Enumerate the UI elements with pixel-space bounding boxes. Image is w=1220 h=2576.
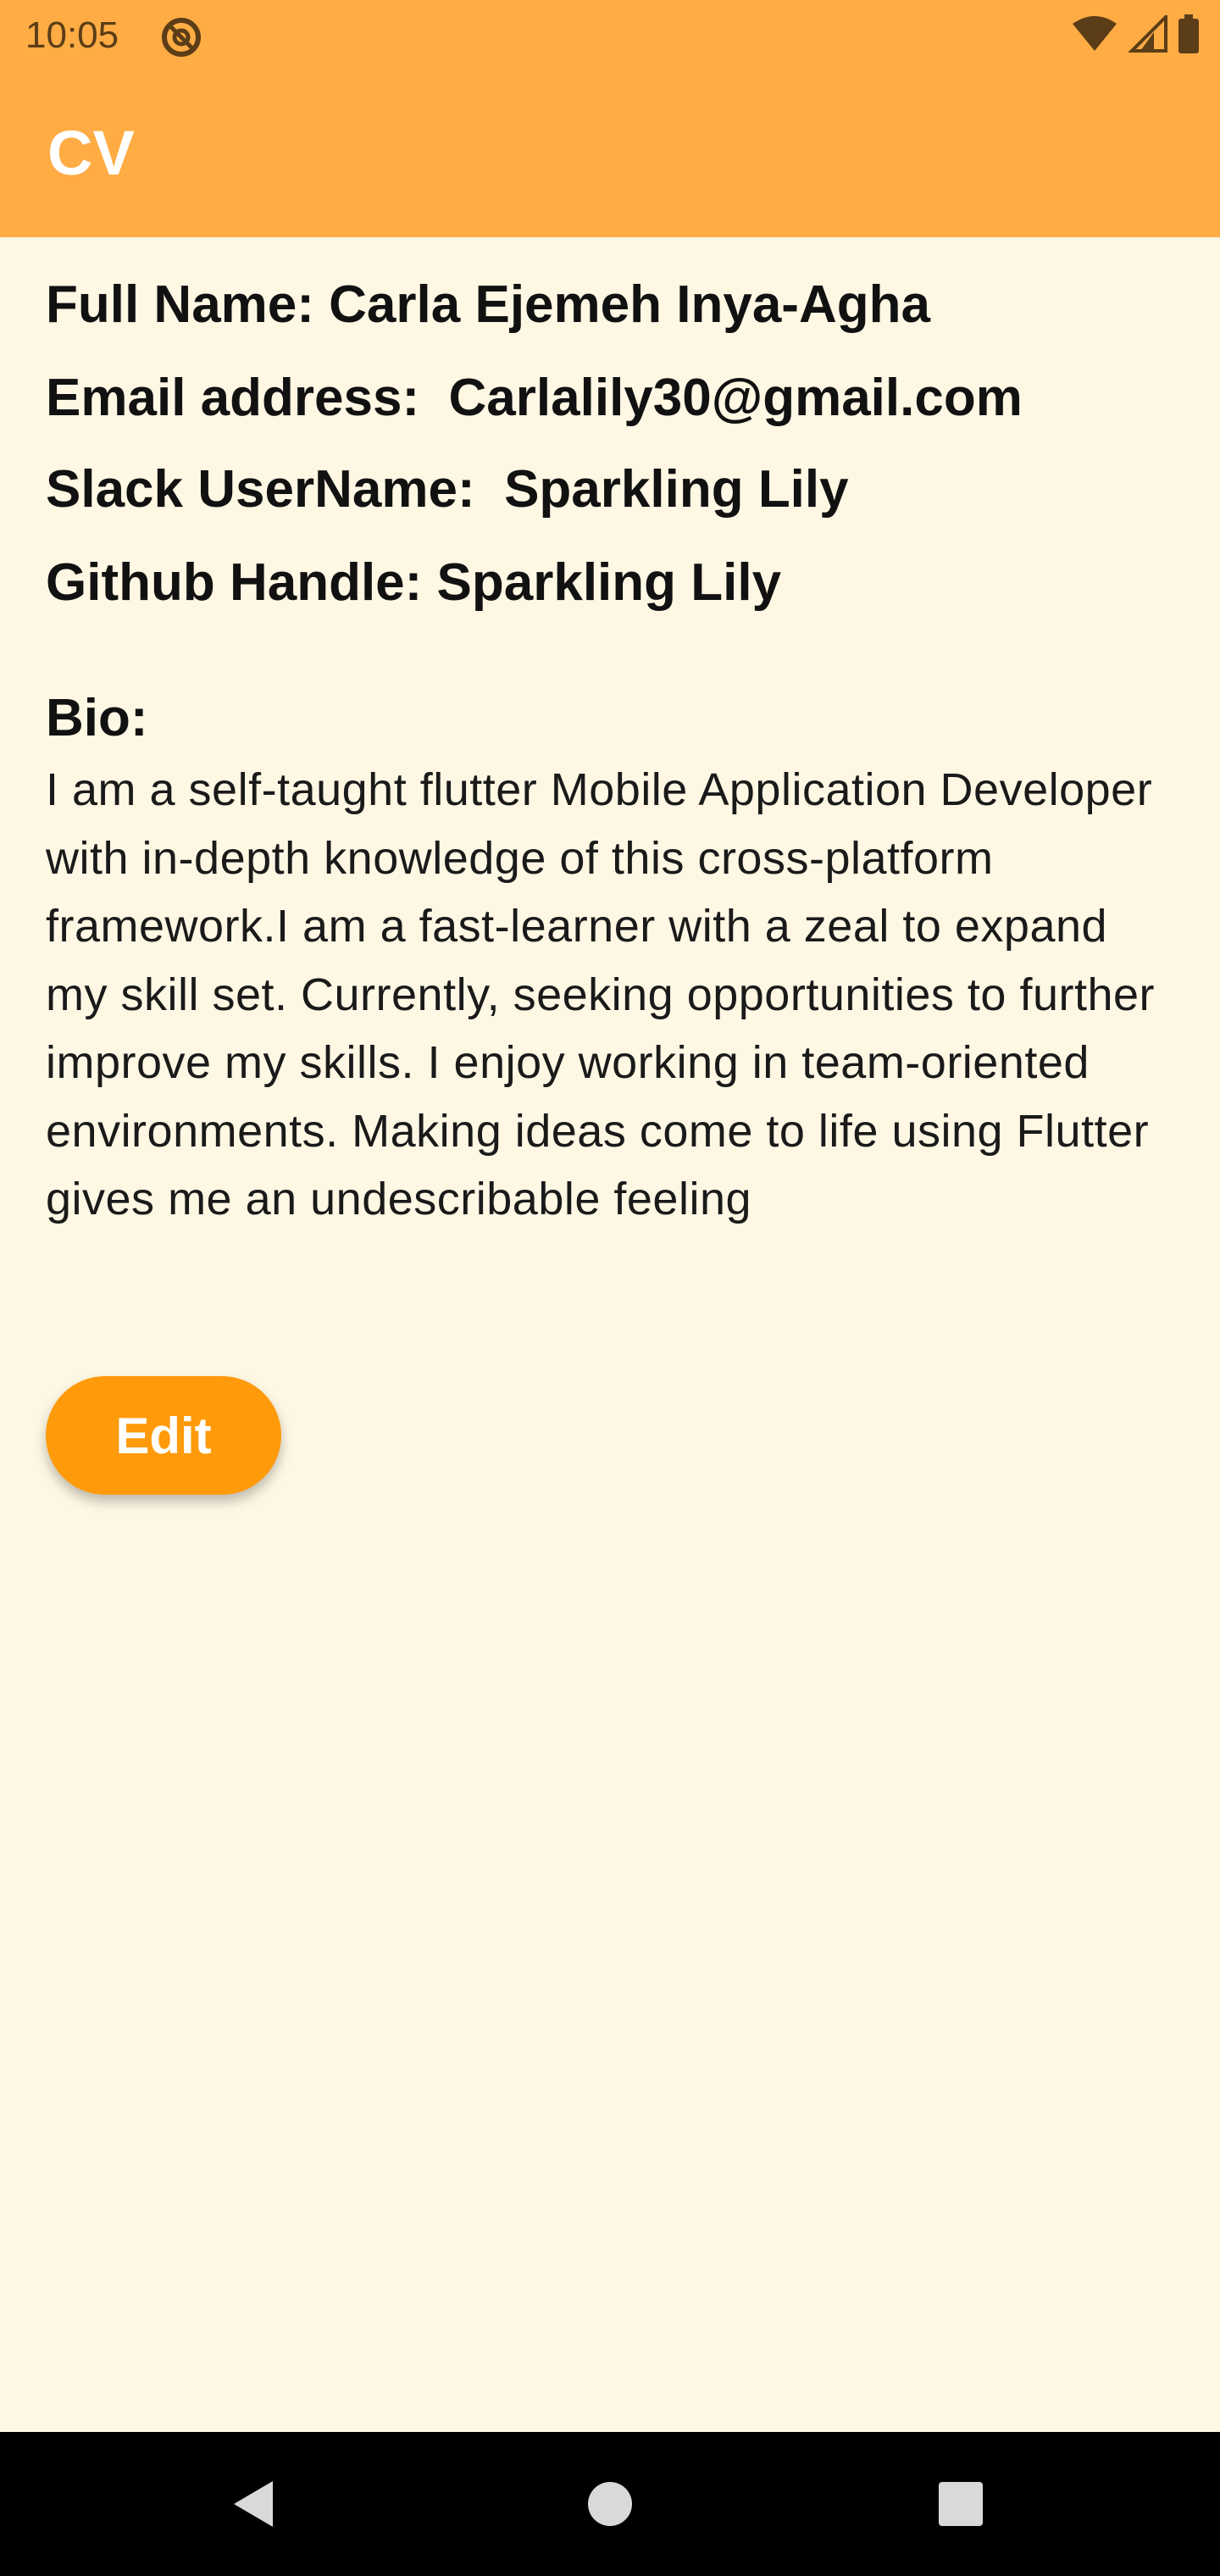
status-icons: [1071, 12, 1200, 58]
github-handle-text: Github Handle: Sparkling Lily: [46, 553, 782, 612]
recents-icon[interactable]: [923, 2466, 999, 2542]
email-text: Email address: Carlalily30@gmail.com: [46, 369, 1023, 427]
app-bar: CV: [0, 71, 1220, 237]
bio-label: Bio:: [46, 689, 148, 747]
wifi-icon: [1071, 15, 1118, 57]
bio-text: I am a self-taught flutter Mobile Applic…: [46, 764, 1156, 1224]
do-not-disturb-icon: [159, 15, 203, 59]
back-icon[interactable]: [215, 2466, 291, 2542]
battery-icon: [1178, 14, 1200, 58]
system-nav-bar: [0, 2432, 1220, 2576]
edit-button[interactable]: Edit: [46, 1376, 281, 1495]
home-icon[interactable]: [572, 2466, 648, 2542]
signal-icon: [1128, 12, 1167, 57]
app-title: CV: [47, 118, 135, 188]
status-time: 10:05: [25, 14, 119, 56]
full-name-text: Full Name: Carla Ejemeh Inya-Agha: [46, 275, 930, 334]
status-bar: 10:05: [0, 0, 1220, 71]
slack-username-text: Slack UserName: Sparkling Lily: [46, 460, 849, 519]
